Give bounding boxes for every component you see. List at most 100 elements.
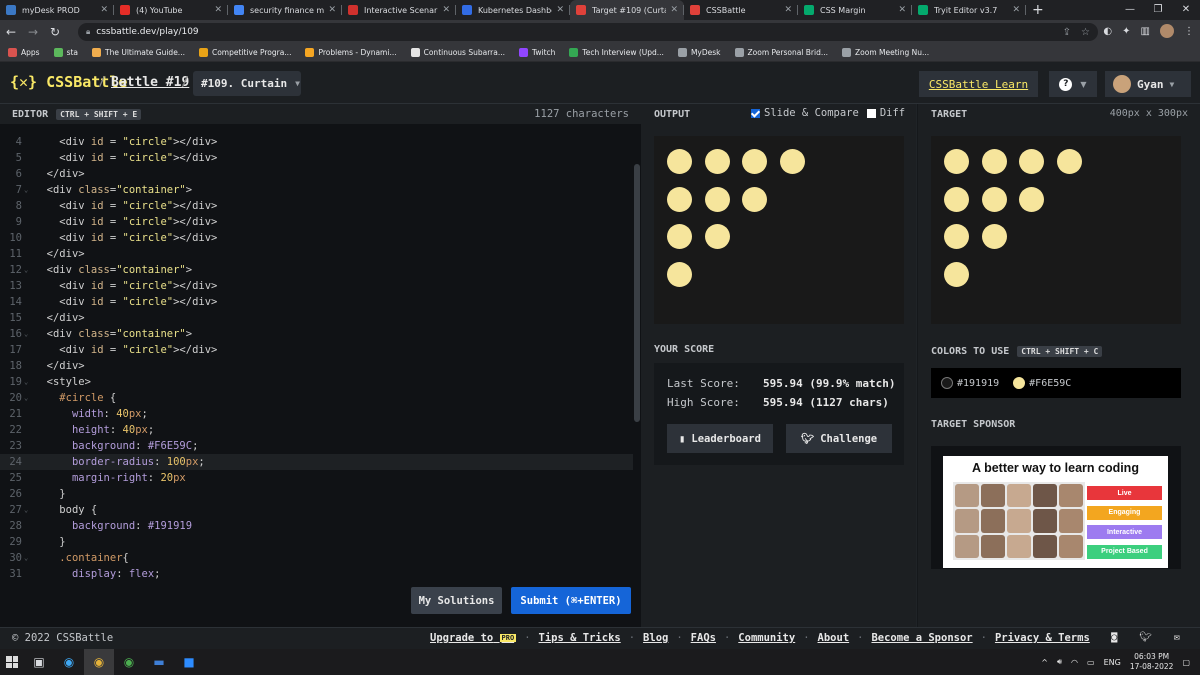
tab-close-icon[interactable]: ✕ [442,5,450,15]
browser-tab[interactable]: CSS Margin ✕ [798,0,912,20]
task-view-icon[interactable]: ▣ [24,649,54,675]
bookmark-item[interactable]: sta [53,48,78,57]
footer-link[interactable]: FAQs [691,632,716,644]
browser-tab[interactable]: Kubernetes Dashboard ✕ [456,0,570,20]
speaker-icon[interactable]: 🔊︎ [1057,657,1062,667]
code-line[interactable]: 6 </div> [0,166,633,182]
maximize-icon[interactable]: ❐ [1144,0,1172,20]
browser-tab[interactable]: security finance meani✕ [228,0,342,20]
code-line[interactable]: 20 ⌄ #circle { [0,390,633,406]
target-selector[interactable]: #109. Curtain ▼ [193,71,301,96]
reload-icon[interactable]: ↻ [44,25,66,39]
color-swatch-yellow[interactable]: #F6E59C [1013,377,1071,389]
tab-close-icon[interactable]: ✕ [784,5,792,15]
code-line[interactable]: 14 <div id = "circle"></div> [0,294,633,310]
tab-close-icon[interactable]: ✕ [670,5,678,15]
profile-avatar[interactable] [1160,24,1174,38]
mail-icon[interactable]: ✉ [1174,632,1180,643]
start-button[interactable] [0,649,24,675]
extension-icon[interactable]: ◐ [1103,26,1112,37]
sponsor-box[interactable]: A better way to learn coding Live Engagin… [931,446,1181,569]
code-line[interactable]: 30 ⌄ .container{ [0,550,633,566]
code-line[interactable]: 19 ⌄ <style> [0,374,633,390]
code-area[interactable]: 4 <div id = "circle"></div> 5 <div id = "… [0,134,633,579]
help-button[interactable]: ? ▼ [1049,71,1097,97]
leaderboard-button[interactable]: ▮ Leaderboard [667,424,773,453]
code-line[interactable]: 21 width: 40px; [0,406,633,422]
battery-icon[interactable]: ▭ [1087,658,1095,667]
chrome-icon[interactable]: ◉ [84,649,114,675]
bookmark-item[interactable]: Tech Interview (Upd... [569,48,664,57]
notification-icon[interactable]: ▢ [1182,658,1190,667]
footer-link[interactable]: Become a Sponsor [871,632,972,644]
forward-icon[interactable]: → [22,25,44,39]
remote-desktop-icon[interactable]: ▬ [144,649,174,675]
target-canvas[interactable] [931,136,1181,324]
color-swatch-dark[interactable]: #191919 [941,377,999,389]
learn-link[interactable]: CSSBattle Learn [919,71,1038,97]
browser-tab[interactable]: Interactive Scenario: K ✕ [342,0,456,20]
footer-link[interactable]: Community [738,632,795,644]
code-line[interactable]: 10 <div id = "circle"></div> [0,230,633,246]
tab-close-icon[interactable]: ✕ [898,5,906,15]
fold-icon[interactable]: ⌄ [22,182,34,198]
code-line[interactable]: 17 <div id = "circle"></div> [0,342,633,358]
bookmark-item[interactable]: Problems - Dynami... [305,48,397,57]
address-bar[interactable]: 🔒︎ cssbattle.dev/play/109 ⇪ ☆ [78,23,1098,41]
sidebar-icon[interactable]: ▥ [1141,26,1150,37]
browser-tab[interactable]: CSSBattle ✕ [684,0,798,20]
bookmark-item[interactable]: Competitive Progra... [198,48,291,57]
chevron-up-icon[interactable]: ^ [1041,658,1048,667]
code-line[interactable]: 7 ⌄ <div class="container"> [0,182,633,198]
footer-link[interactable]: About [818,632,850,644]
my-solutions-button[interactable]: My Solutions [411,587,502,614]
output-canvas[interactable] [654,136,904,324]
diff-toggle[interactable]: Diff [866,107,905,119]
bookmark-item[interactable]: Zoom Meeting Nu... [842,48,929,57]
twitter-icon[interactable]: 🐦︎ [1139,632,1152,643]
bookmark-item[interactable]: The Ultimate Guide... [92,48,185,57]
fold-icon[interactable]: ⌄ [22,550,34,566]
sponsor-ad[interactable]: A better way to learn coding Live Engagin… [943,456,1168,568]
code-line[interactable]: 26 } [0,486,633,502]
footer-link[interactable]: Blog [643,632,668,644]
user-menu[interactable]: Gyan ▼ [1105,71,1191,97]
code-line[interactable]: 9 <div id = "circle"></div> [0,214,633,230]
footer-link[interactable]: Privacy & Terms [995,632,1090,644]
back-icon[interactable]: ← [0,25,22,39]
tab-close-icon[interactable]: ✕ [100,5,108,15]
tab-close-icon[interactable]: ✕ [1012,5,1020,15]
code-line[interactable]: 31 display: flex; [0,566,633,579]
bookmark-item[interactable]: Continuous Subarra... [410,48,505,57]
code-line[interactable]: 12 ⌄ <div class="container"> [0,262,633,278]
browser-tab[interactable]: Target #109 (Curtain) ✕ [570,0,684,20]
clock[interactable]: 06:03 PM 17-08-2022 [1130,652,1174,672]
code-line[interactable]: 5 <div id = "circle"></div> [0,150,633,166]
wifi-icon[interactable]: ◠ [1071,658,1078,667]
code-line[interactable]: 28 background: #191919 [0,518,633,534]
code-line[interactable]: 25 margin-right: 20px [0,470,633,486]
bookmark-item[interactable]: Apps [8,48,40,57]
edge-icon[interactable]: ◉ [54,649,84,675]
bookmark-item[interactable]: Zoom Personal Brid... [734,48,828,57]
fold-icon[interactable]: ⌄ [22,326,34,342]
code-line[interactable]: 29 } [0,534,633,550]
bookmark-item[interactable]: MyDesk [677,48,721,57]
puzzle-icon[interactable]: ✦ [1122,26,1130,37]
upgrade-link[interactable]: Upgrade to PRO [430,632,517,644]
code-line[interactable]: 24 border-radius: 100px; [0,454,633,470]
browser-tab[interactable]: Tryit Editor v3.7 ✕ [912,0,1026,20]
fold-icon[interactable]: ⌄ [22,374,34,390]
language-indicator[interactable]: ENG [1104,658,1121,667]
minimize-icon[interactable]: — [1116,0,1144,20]
share-icon[interactable]: ⇪ [1063,27,1071,38]
code-line[interactable]: 23 background: #F6E59C; [0,438,633,454]
editor-scrollbar[interactable] [634,164,640,422]
fold-icon[interactable]: ⌄ [22,502,34,518]
chrome-icon[interactable]: ◉ [114,649,144,675]
cssbattle-logo[interactable]: {✕} CSSBattle [10,73,127,91]
menu-icon[interactable]: ⋮ [1184,26,1194,37]
new-tab-icon[interactable]: + [1032,0,1044,20]
browser-tab[interactable]: myDesk PROD ✕ [0,0,114,20]
code-line[interactable]: 11 </div> [0,246,633,262]
